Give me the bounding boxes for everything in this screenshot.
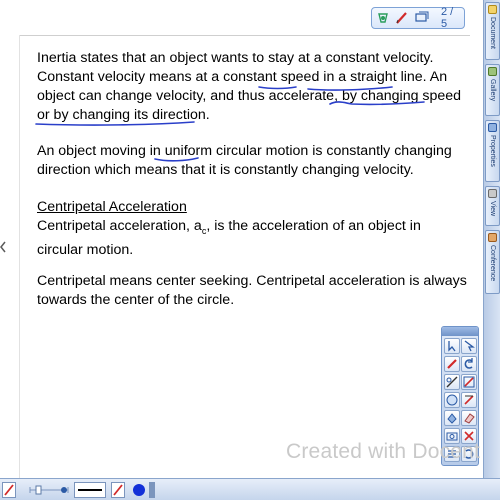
phrase-changing-speed: changing speed [360,88,462,104]
tab-properties[interactable]: Properties [485,120,500,182]
shape-icon[interactable] [461,374,477,390]
document-icon [488,5,497,14]
paragraph-inertia: Inertia states that an object wants to s… [37,50,462,123]
tab-gallery[interactable]: Gallery [485,64,500,116]
gallery-icon [488,67,497,76]
line-style-selector[interactable] [74,482,106,498]
page-view-icon[interactable] [414,11,430,25]
eraser-icon[interactable] [461,410,477,426]
section-heading: Centripetal Acceleration [37,199,187,215]
undo-icon[interactable] [461,356,477,372]
scroll-left-arrow-icon[interactable] [0,241,6,253]
bottom-toolbar [0,478,500,500]
conference-icon [488,233,497,242]
tab-view[interactable]: View [485,186,500,226]
paragraph-centripetal-acceleration: Centripetal Acceleration Centripetal acce… [37,199,421,258]
pen-icon[interactable] [444,356,460,372]
palette-drag-handle[interactable] [442,327,478,336]
phrase-changing-direction: or by changing its direction [37,107,206,123]
right-sidebar: Document Gallery Properties View Confere… [483,0,500,478]
highlighter-icon[interactable] [444,392,460,408]
line-icon[interactable] [444,374,460,390]
page-left-margin [19,35,20,478]
text-icon[interactable] [461,392,477,408]
select-arrow-icon[interactable] [444,338,460,354]
page-indicator: 2 / 5 [441,6,454,30]
toolbar-end-grip[interactable] [149,482,155,498]
fill-icon[interactable] [444,410,460,426]
undo-icon[interactable] [376,11,390,25]
pen-width-slider[interactable] [26,482,72,498]
tab-conference[interactable]: Conference [485,230,500,294]
highlighter-icon[interactable] [111,482,125,498]
pen-icon[interactable] [395,11,409,25]
view-icon [488,189,497,198]
page-top-rule [20,35,470,36]
word-speed: speed [280,69,320,85]
color-picker-icon[interactable] [131,482,147,498]
document-page: 2 / 5 Inertia states that an object want… [0,0,483,478]
paragraph-uniform-circular: An object moving in uniform circular mot… [37,143,452,178]
watermark: Created with Docent [286,440,481,463]
properties-icon [488,123,497,132]
page-toolbar: 2 / 5 [371,6,465,30]
pointer-icon[interactable] [461,338,477,354]
word-uniform: uniform [164,143,213,159]
phrase-straight-line: straight line [350,69,423,85]
paragraph-center-seeking: Centripetal means center seeking. Centri… [37,273,467,308]
pen-icon[interactable] [2,482,16,498]
tab-document[interactable]: Document [485,2,500,60]
